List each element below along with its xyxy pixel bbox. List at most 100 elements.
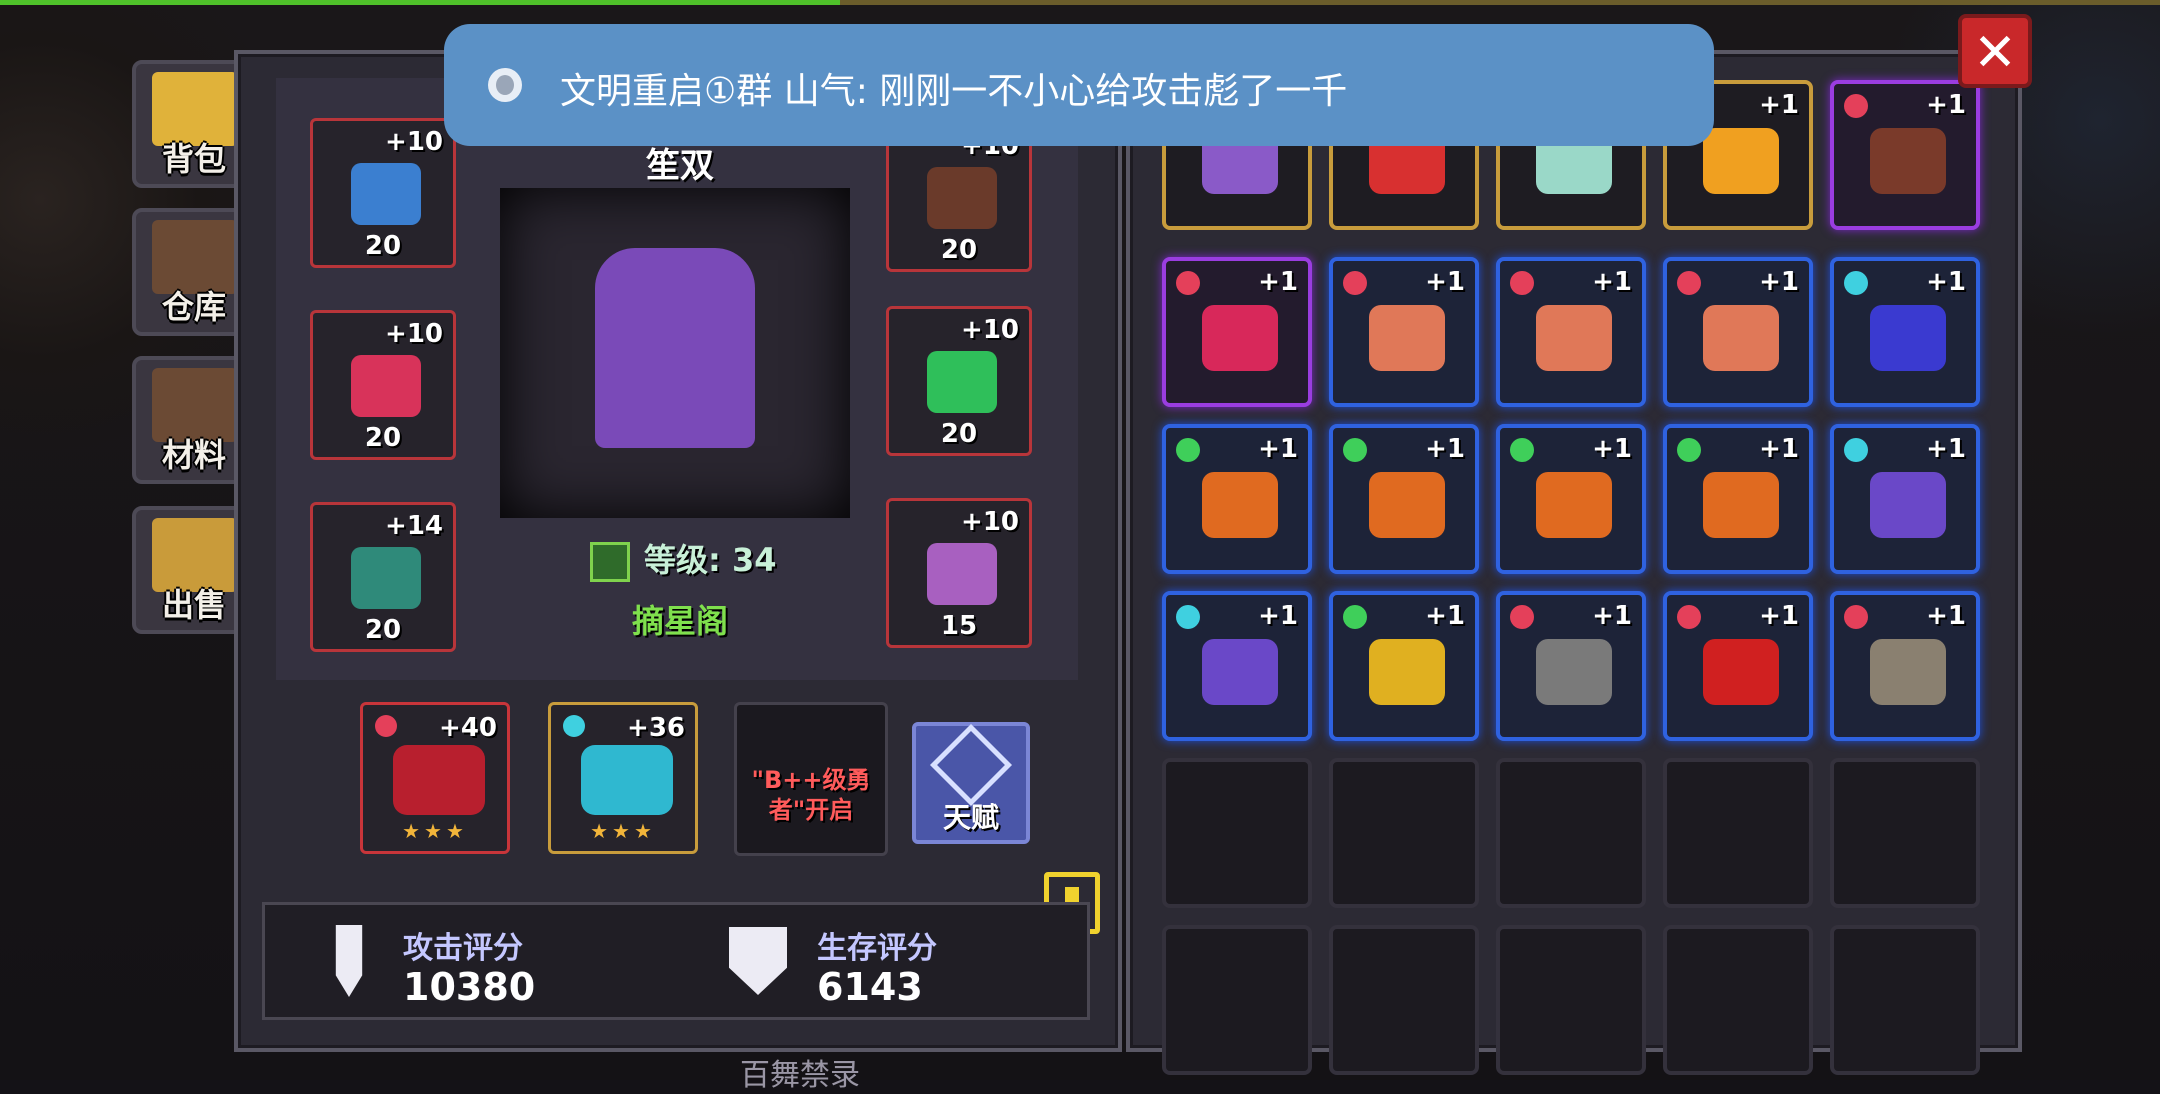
inventory-slot[interactable]: +1 <box>1663 424 1813 574</box>
item-icon <box>1369 472 1445 538</box>
inventory-slot[interactable]: +1 <box>1162 424 1312 574</box>
item-icon <box>1703 639 1779 705</box>
gem-icon <box>1677 605 1701 629</box>
item-icon <box>1202 639 1278 705</box>
weapon-slot-2[interactable]: +36 ★★★ <box>548 702 698 854</box>
inventory-slot-empty[interactable] <box>1830 758 1980 908</box>
weapon-stars: ★★★ <box>402 819 468 843</box>
item-icon <box>1536 472 1612 538</box>
item-level: +1 <box>1425 267 1465 297</box>
inventory-slot-empty[interactable] <box>1830 925 1980 1075</box>
item-level: +1 <box>1425 434 1465 464</box>
inventory-slot[interactable]: +1 <box>1830 424 1980 574</box>
item-level: +1 <box>1926 267 1966 297</box>
item-level: +1 <box>1759 90 1799 120</box>
inventory-slot[interactable]: +1 <box>1496 257 1646 407</box>
inventory-slot[interactable]: +1 <box>1663 591 1813 741</box>
close-icon: ✕ <box>1973 23 2017 83</box>
inventory-slot-empty[interactable] <box>1496 925 1646 1075</box>
gem-icon <box>1510 438 1534 462</box>
item-level: +1 <box>1592 434 1632 464</box>
equip-count: 15 <box>940 611 978 641</box>
inventory-slot-empty[interactable] <box>1329 758 1479 908</box>
item-level: +1 <box>1759 434 1799 464</box>
item-level: +1 <box>1759 267 1799 297</box>
item-icon <box>1870 305 1946 371</box>
stats-bar: 攻击评分 10380 生存评分 6143 <box>262 902 1090 1020</box>
attack-score-value: 10380 <box>403 965 536 1009</box>
inventory-slot-empty[interactable] <box>1162 925 1312 1075</box>
item-icon <box>1703 305 1779 371</box>
equip-slot-ring[interactable]: +10 20 <box>886 306 1032 456</box>
dark-staff-icon <box>393 745 485 815</box>
gem-icon <box>1343 271 1367 295</box>
inventory-slot-empty[interactable] <box>1663 758 1813 908</box>
gem-icon <box>1677 271 1701 295</box>
inventory-slot[interactable]: +1 <box>1663 257 1813 407</box>
inventory-slot[interactable]: +1 <box>1496 591 1646 741</box>
item-icon <box>1202 472 1278 538</box>
close-button[interactable]: ✕ <box>1958 14 2032 88</box>
equip-slot-chest[interactable]: +14 20 <box>310 502 456 652</box>
gem-icon <box>1176 605 1200 629</box>
inventory-slot[interactable]: +1 <box>1830 80 1980 230</box>
inventory-slot[interactable]: +1 <box>1329 257 1479 407</box>
progress-bar-fill <box>0 0 840 5</box>
locked-slot[interactable]: "B++级勇者"开启 <box>734 702 888 856</box>
inventory-slot[interactable]: +1 <box>1162 591 1312 741</box>
inventory-slot[interactable]: +1 <box>1329 591 1479 741</box>
item-icon <box>1870 128 1946 194</box>
inventory-slot[interactable]: +1 <box>1329 424 1479 574</box>
locked-slot-text: "B++级勇者"开启 <box>751 766 871 824</box>
item-level: +1 <box>1759 601 1799 631</box>
item-level: +1 <box>1926 90 1966 120</box>
item-icon <box>1703 128 1779 194</box>
gem-icon <box>1844 438 1868 462</box>
weapon-level: +40 <box>439 713 497 743</box>
item-level: +1 <box>1258 434 1298 464</box>
equip-count: 20 <box>364 615 402 645</box>
talent-button[interactable]: 天赋 <box>912 722 1030 844</box>
hero-guild[interactable]: 摘星阁 <box>560 596 800 642</box>
inventory-slot-empty[interactable] <box>1329 925 1479 1075</box>
level-badge-icon <box>590 542 630 582</box>
inventory-slot[interactable]: +1 <box>1496 424 1646 574</box>
chestplate-icon <box>351 547 421 609</box>
equip-count: 20 <box>364 231 402 261</box>
gem-icon <box>1677 438 1701 462</box>
equip-level: +10 <box>385 127 443 157</box>
item-level: +1 <box>1926 601 1966 631</box>
hero-portrait <box>500 188 850 518</box>
gem-icon <box>1176 271 1200 295</box>
talent-icon <box>929 723 1013 807</box>
sword-icon <box>335 925 363 997</box>
item-level: +1 <box>1592 601 1632 631</box>
equip-slot-helmet[interactable]: +10 20 <box>310 118 456 268</box>
gem-icon <box>1176 438 1200 462</box>
item-icon <box>1536 305 1612 371</box>
equip-slot-boots[interactable]: +10 15 <box>886 498 1032 648</box>
equip-slot-armor[interactable]: +10 20 <box>310 310 456 460</box>
shield-icon <box>729 927 787 995</box>
item-level: +1 <box>1592 267 1632 297</box>
item-level: +1 <box>1258 601 1298 631</box>
ring-icon <box>927 351 997 413</box>
equip-count: 20 <box>940 419 978 449</box>
inventory-slot-empty[interactable] <box>1162 758 1312 908</box>
gem-icon <box>1844 605 1868 629</box>
equip-level: +14 <box>385 511 443 541</box>
weapon-slot-1[interactable]: +40 ★★★ <box>360 702 510 854</box>
inventory-slot-empty[interactable] <box>1496 758 1646 908</box>
inventory-slot[interactable]: +1 <box>1162 257 1312 407</box>
avatar <box>488 68 522 102</box>
inventory-slot[interactable]: +1 <box>1830 257 1980 407</box>
inventory-slot[interactable]: +1 <box>1830 591 1980 741</box>
item-icon <box>1703 472 1779 538</box>
helmet-icon <box>351 163 421 225</box>
progress-bar-track <box>840 0 2160 5</box>
equip-level: +10 <box>385 319 443 349</box>
hero-level-row: 等级: 34 <box>590 535 776 582</box>
cyan-gem-icon <box>563 715 585 737</box>
chat-notification[interactable]: 文明重启①群 山气: 刚刚一不小心给攻击彪了一千 <box>444 24 1714 146</box>
inventory-slot-empty[interactable] <box>1663 925 1813 1075</box>
